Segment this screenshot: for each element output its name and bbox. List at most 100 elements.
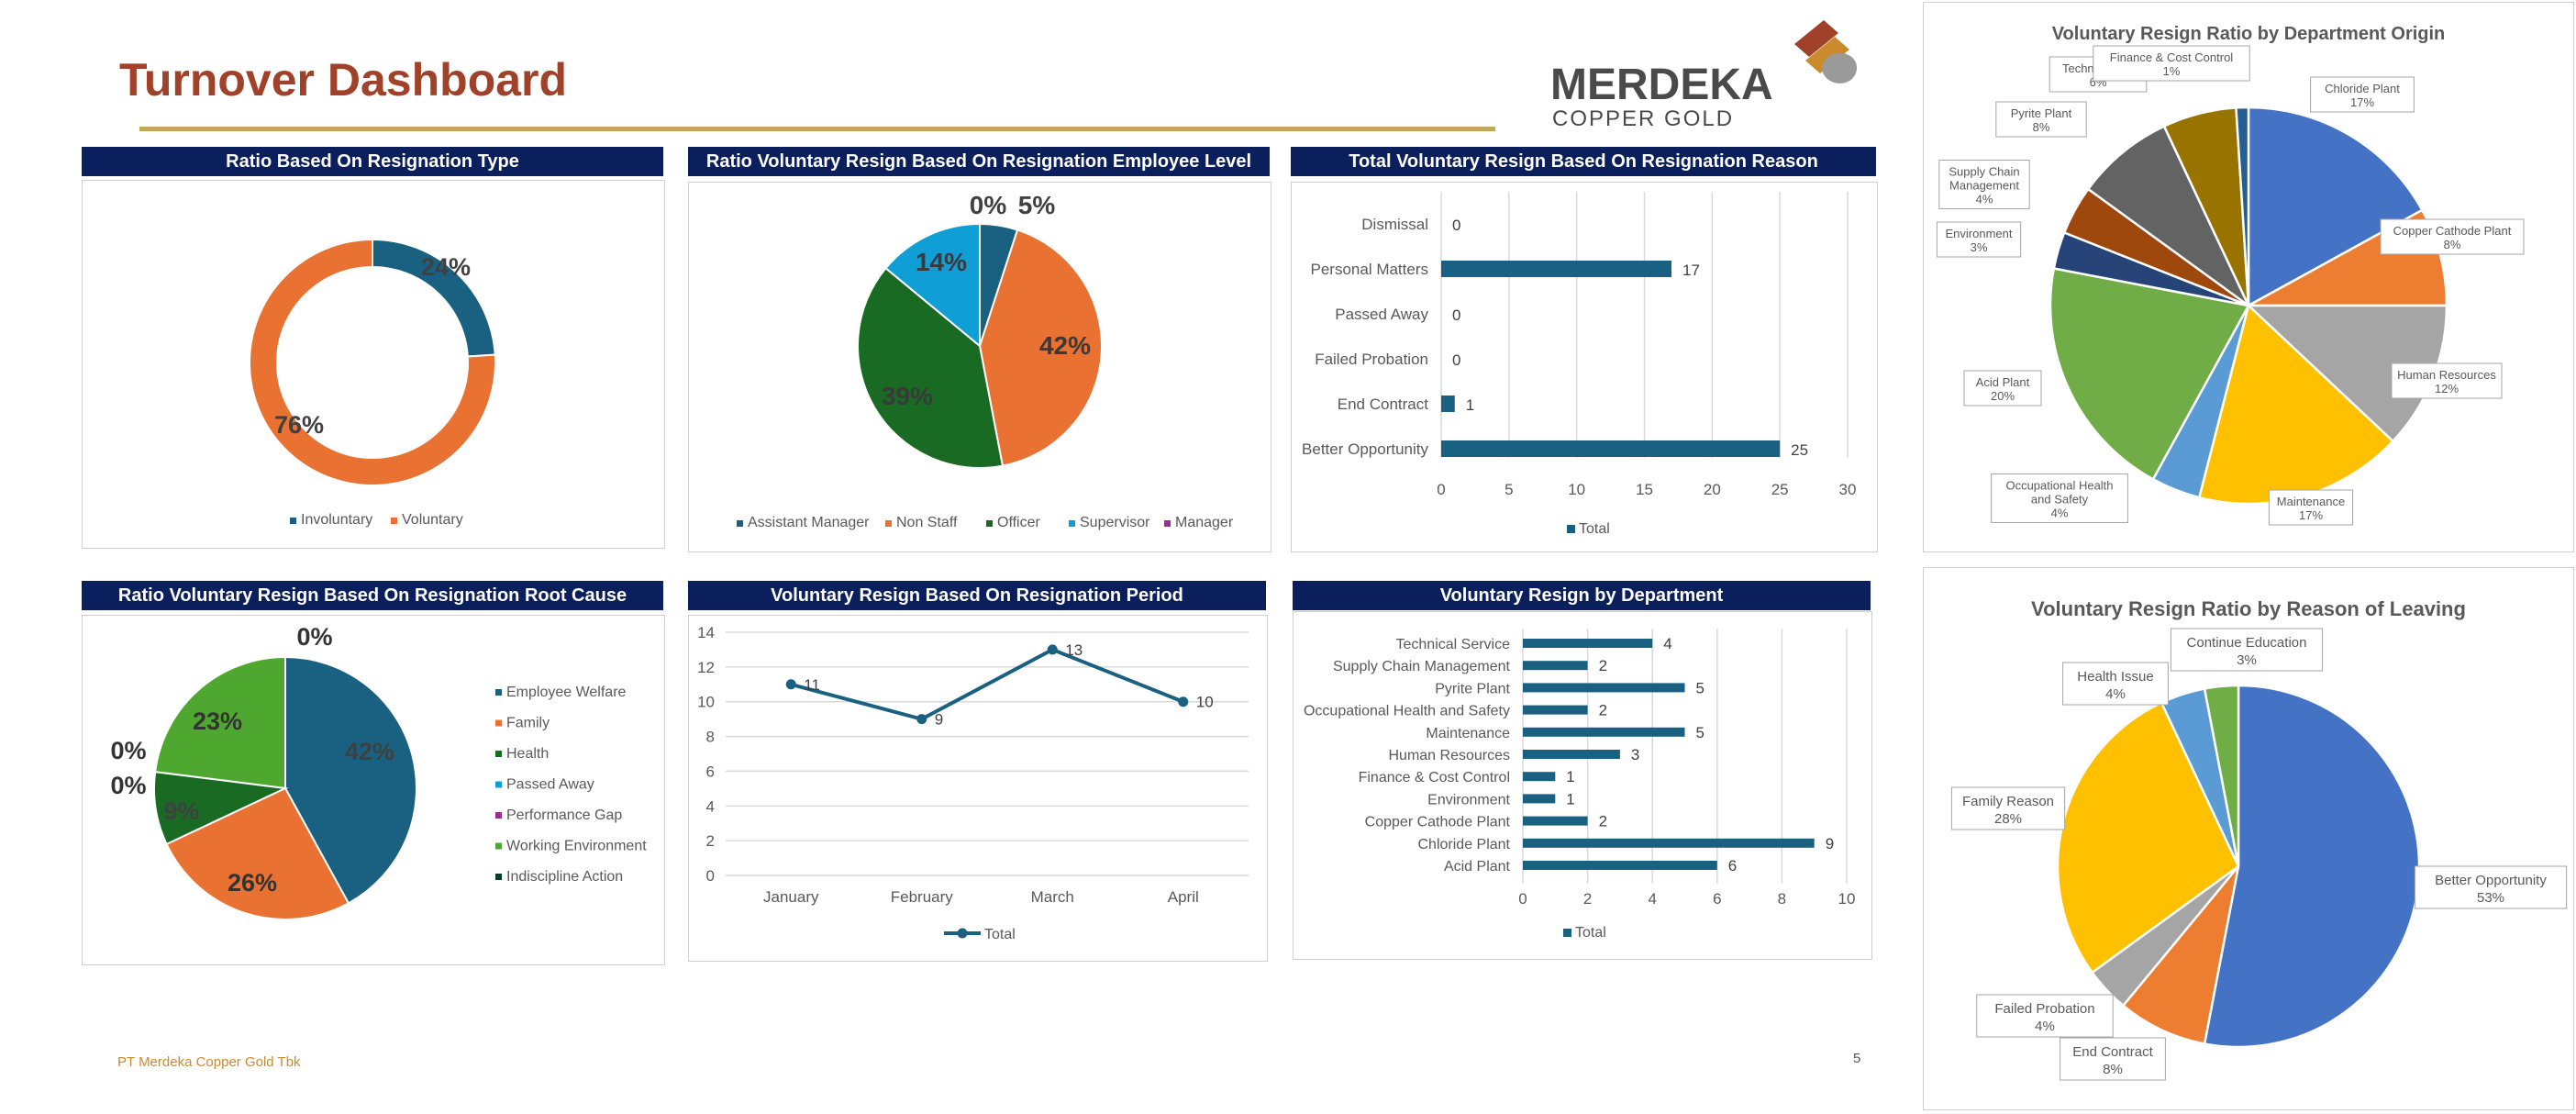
panel-resignation-type: 24% 76% Involuntary Voluntary — [82, 180, 665, 549]
data-label-non-staff: 42% — [1039, 331, 1091, 360]
bar-occupational-health-and-safety — [1523, 705, 1588, 715]
data-label-failed-probation: 0 — [1452, 351, 1460, 369]
category-label-april: April — [1168, 888, 1199, 906]
legend-label-employee-welfare: Employee Welfare — [506, 685, 627, 700]
data-label-human-resources: 3 — [1631, 746, 1639, 763]
tick-label-x-6: 6 — [1713, 890, 1721, 908]
data-label-assistant-manager: 5% — [1018, 191, 1056, 219]
callout-text-acid-plant-1: 20% — [1991, 389, 2015, 403]
data-label-voluntary: 76% — [274, 411, 324, 439]
panel-header-resignation-period: Voluntary Resign Based On Resignation Pe… — [688, 581, 1266, 610]
bar-better-opportunity — [1441, 440, 1781, 457]
legend-label-total: Total — [984, 927, 1016, 942]
data-point-march — [1047, 644, 1058, 655]
category-label-maintenance: Maintenance — [1426, 726, 1510, 741]
data-label-supervisor: 14% — [916, 248, 967, 276]
callout-text-human-resources-1: 12% — [2435, 382, 2459, 395]
legend-label-health: Health — [506, 746, 549, 762]
pie-chart-employee-level: 5% 42% 39% 14% 0% Assistant Manager Non Staff O… — [737, 191, 1234, 530]
legend-marker-total — [1567, 525, 1575, 533]
tick-label-x-10: 10 — [1568, 481, 1585, 498]
bar-environment — [1523, 794, 1556, 804]
tick-label-x-20: 20 — [1704, 481, 1721, 498]
callout-text-family-reason-1: 28% — [1994, 811, 2022, 827]
data-label-pyrite-plant: 5 — [1696, 679, 1704, 696]
data-label-maintenance: 5 — [1696, 724, 1704, 741]
data-label-personal-matters: 17 — [1682, 262, 1700, 279]
pie-chart-reason-of-leaving: Voluntary Resign Ratio by Reason of Leav… — [1950, 597, 2568, 1081]
tick-label-x-8: 8 — [1778, 890, 1786, 908]
tick-label-x-0: 0 — [1518, 890, 1527, 908]
legend-label-family: Family — [506, 716, 550, 731]
panel-root-cause: 42% 26% 9% 0% 0% 23% 0% Employee Welfare Family H… — [82, 615, 665, 965]
data-label-better-opportunity: 25 — [1791, 441, 1808, 459]
legend-marker-manager — [1164, 520, 1171, 527]
category-label-passed-away: Passed Away — [1335, 306, 1428, 323]
data-label-passed-away: 0% — [110, 737, 146, 764]
callout-text-occupational-health-and-safety-2: 4% — [2051, 507, 2069, 520]
category-label-dismissal: Dismissal — [1361, 216, 1428, 233]
legend-label-manager: Manager — [1175, 515, 1234, 530]
tick-label-x-2: 2 — [1583, 890, 1592, 908]
data-label-april: 10 — [1196, 694, 1214, 711]
data-label-occupational-health-and-safety: 2 — [1599, 702, 1607, 719]
tick-label-y-12: 12 — [697, 659, 715, 676]
data-label-health: 9% — [163, 797, 199, 825]
bar-pyrite-plant — [1523, 683, 1685, 693]
footer-company-name: PT Merdeka Copper Gold Tbk — [117, 1054, 301, 1070]
donut-chart-resignation-type: 24% 76% Involuntary Voluntary — [249, 238, 496, 528]
callout-text-maintenance-0: Maintenance — [2277, 495, 2345, 508]
legend-marker-passed-away — [495, 781, 502, 788]
tick-label-x-4: 4 — [1648, 890, 1656, 908]
chart-title: Voluntary Resign Ratio by Reason of Leav… — [2031, 597, 2466, 620]
callout-text-continue-education-0: Continue Education — [2187, 635, 2307, 651]
tick-label-x-30: 30 — [1839, 481, 1857, 498]
legend-marker-total — [957, 928, 968, 939]
callout-text-family-reason-0: Family Reason — [1962, 794, 2054, 809]
callout-text-health-issue-1: 4% — [2105, 686, 2126, 702]
panel-resignation-reason: 0 5 10 15 20 25 30 Dismissal 0 Personal Matters 17… — [1291, 182, 1878, 552]
data-label-acid-plant: 6 — [1728, 857, 1737, 874]
category-label-end-contract: End Contract — [1338, 395, 1428, 413]
callout-text-copper-cathode-plant-0: Copper Cathode Plant — [2393, 224, 2512, 238]
bar-copper-cathode-plant — [1523, 816, 1588, 826]
line-chart-resignation-period: 0 2 4 6 8 10 12 14 11 January 9 February 13 March 10 Ap… — [697, 624, 1249, 942]
legend-label-performance-gap: Performance Gap — [506, 808, 622, 823]
legend-label-indiscipline-action: Indiscipline Action — [506, 869, 623, 885]
callout-text-pyrite-plant-0: Pyrite Plant — [2011, 106, 2072, 120]
callout-text-end-contract-1: 8% — [2103, 1062, 2123, 1077]
tick-label-y-8: 8 — [706, 729, 715, 746]
legend-label-non-staff: Non Staff — [896, 515, 958, 530]
legend-marker-assistant-manager — [737, 520, 743, 527]
callout-text-supply-chain-management-0: Supply Chain — [1949, 165, 2019, 179]
chart-title: Voluntary Resign Ratio by Department Ori… — [2052, 24, 2446, 44]
data-point-april — [1178, 696, 1189, 707]
panel-header-by-department: Voluntary Resign by Department — [1293, 581, 1871, 610]
legend-marker-officer — [986, 520, 993, 527]
callout-text-environment-0: Environment — [1946, 227, 2013, 240]
legend-marker-health — [495, 751, 502, 757]
category-label-chloride-plant: Chloride Plant — [1418, 837, 1511, 852]
tick-label-x-0: 0 — [1437, 481, 1445, 498]
panel-header-resignation-reason: Total Voluntary Resign Based On Resignat… — [1291, 147, 1876, 176]
callout-text-acid-plant-0: Acid Plant — [1976, 375, 2030, 389]
legend-marker-family — [495, 719, 502, 727]
legend-label-involuntary: Involuntary — [301, 512, 372, 528]
data-label-passed-away: 0 — [1452, 306, 1460, 324]
series-line-total — [790, 647, 1184, 721]
callout-text-maintenance-1: 17% — [2299, 508, 2323, 522]
tick-label-y-14: 14 — [697, 624, 715, 641]
legend-label-officer: Officer — [997, 515, 1041, 530]
tick-label-y-4: 4 — [706, 797, 715, 815]
data-label-officer: 39% — [882, 382, 933, 410]
legend-label-passed-away: Passed Away — [506, 777, 594, 793]
legend-label-supervisor: Supervisor — [1080, 515, 1150, 530]
callout-text-supply-chain-management-1: Management — [1949, 179, 2019, 193]
callout-text-health-issue-0: Health Issue — [2077, 669, 2153, 685]
data-label-finance-cost-control: 1 — [1566, 768, 1574, 785]
legend-marker-total — [1563, 929, 1571, 937]
callout-text-finance-cost-control-0: Finance & Cost Control — [2110, 50, 2234, 64]
legend-label-working-environment: Working Environment — [506, 839, 647, 854]
bar-end-contract — [1441, 395, 1455, 412]
panel-department-origin: Voluntary Resign Ratio by Department Ori… — [1923, 2, 2574, 552]
